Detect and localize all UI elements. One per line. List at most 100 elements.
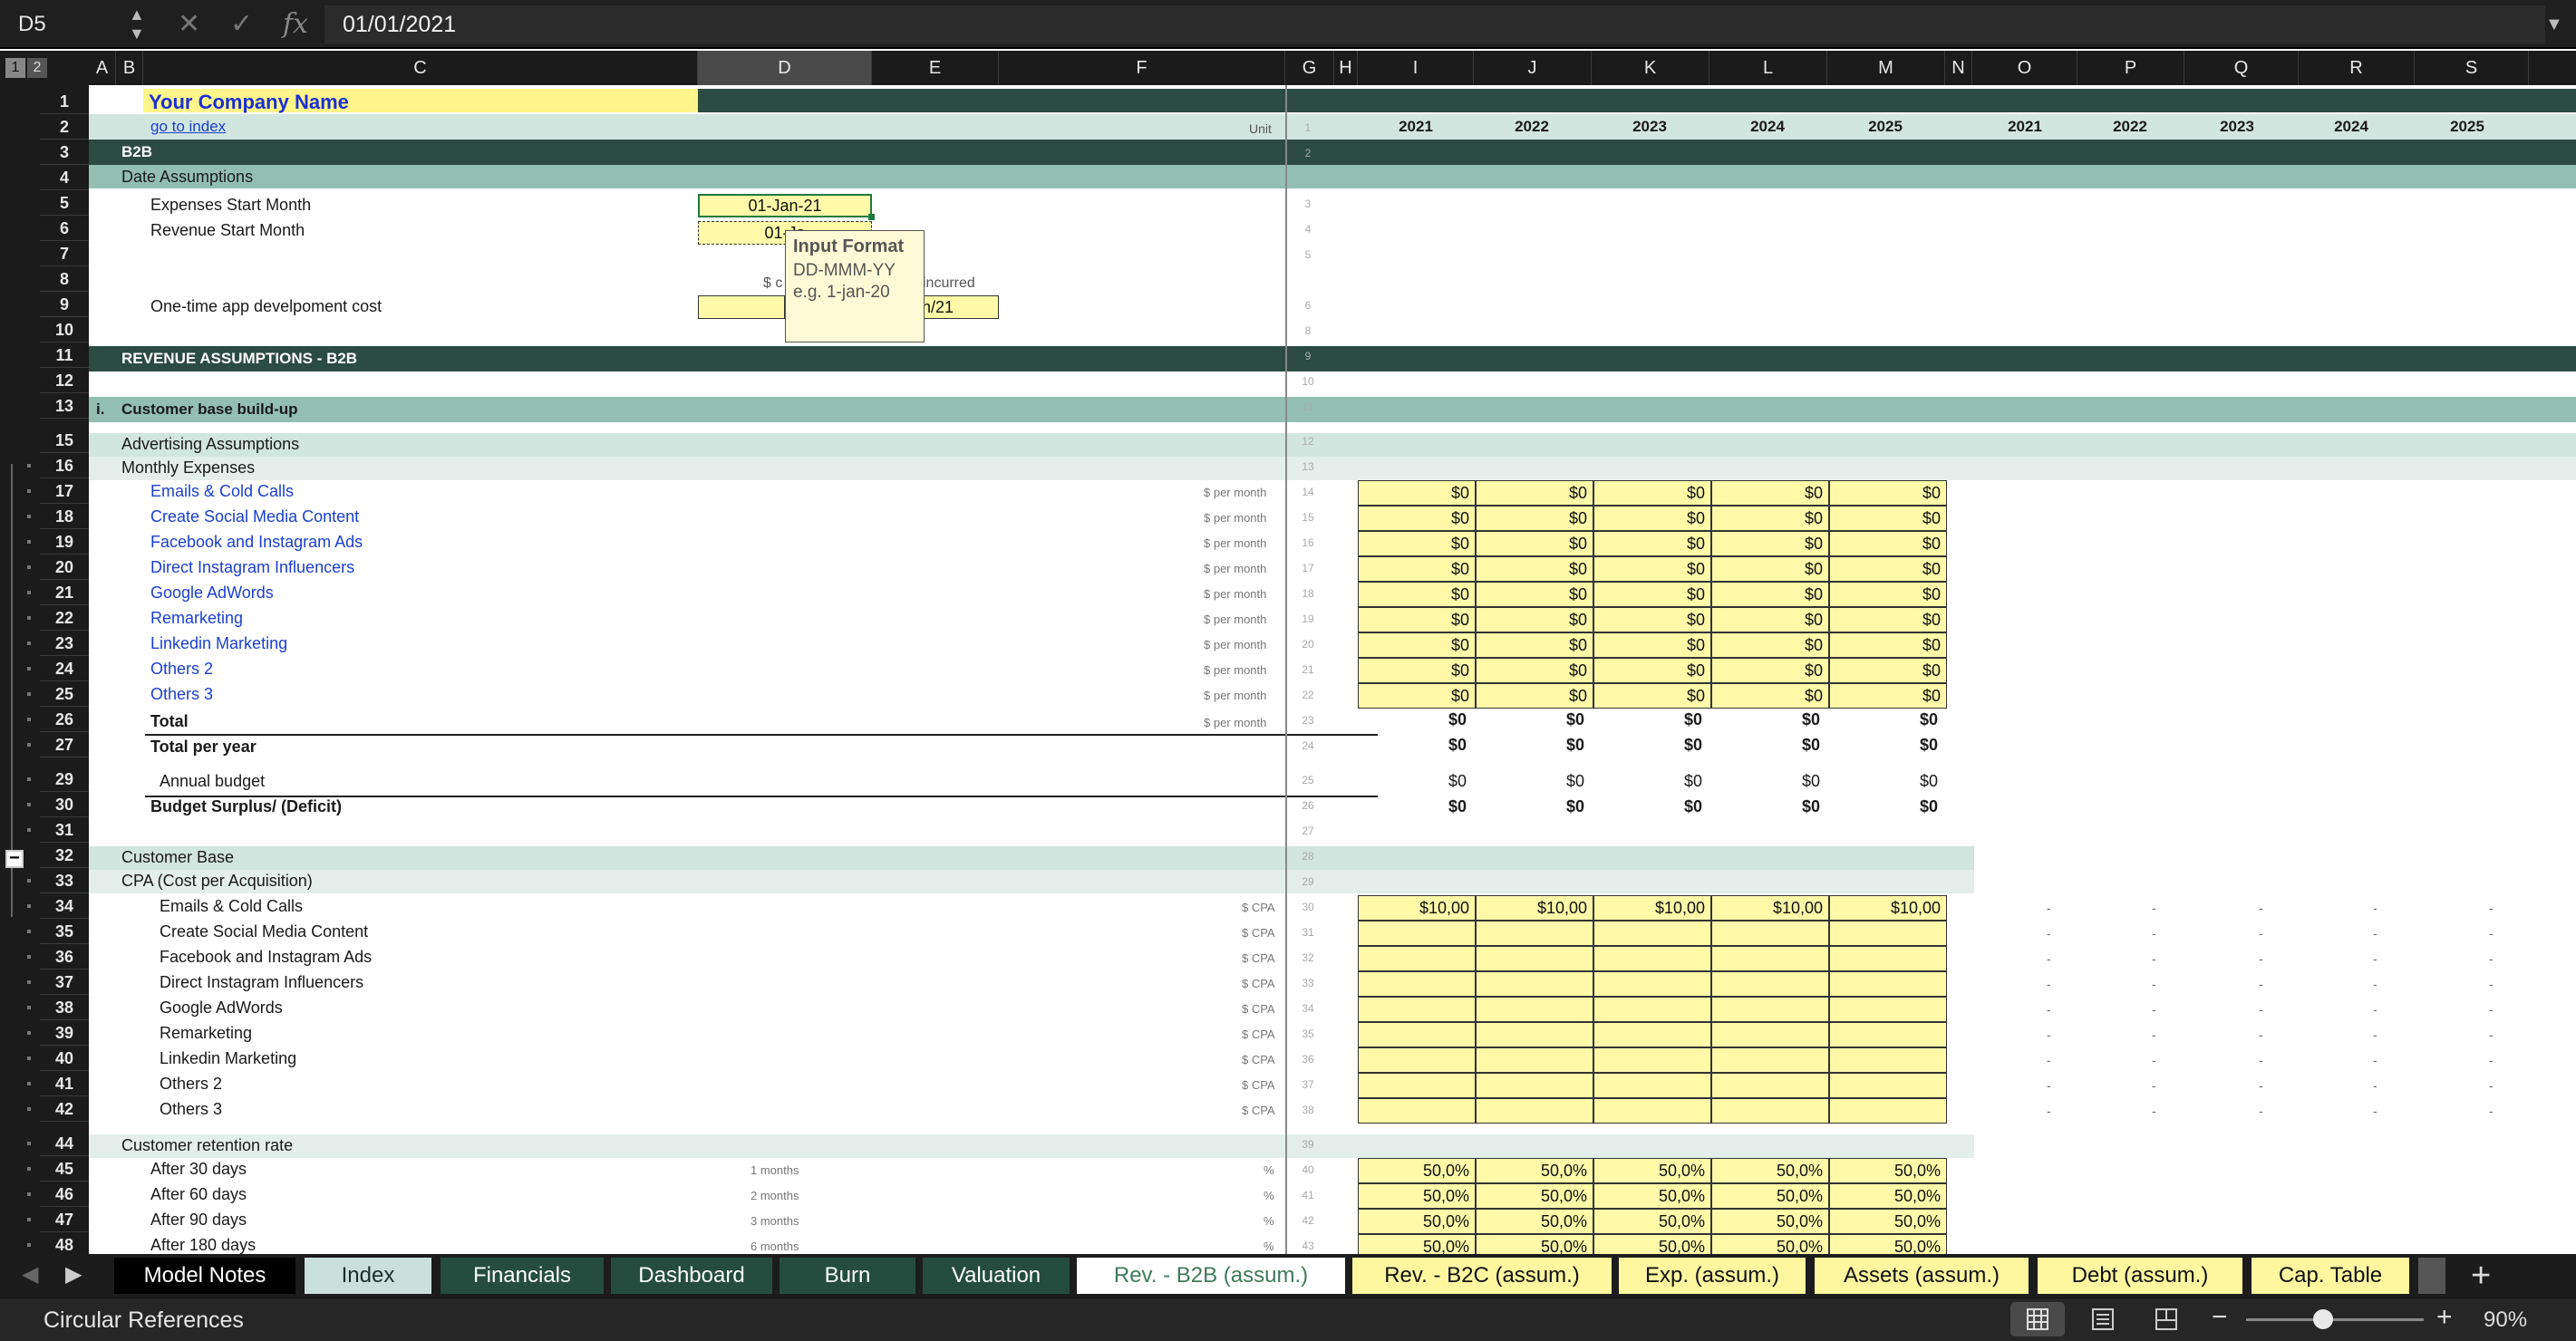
cpa-value-cell[interactable] [1829, 1047, 1947, 1073]
retention-value-cell[interactable]: 50,0% [1476, 1234, 1593, 1254]
cpa-value-cell[interactable] [1593, 971, 1711, 997]
row-header-24[interactable]: 24 [40, 656, 89, 681]
expense-value-cell[interactable]: $0 [1593, 683, 1711, 709]
row-header-41[interactable]: 41 [40, 1071, 89, 1096]
sheet-tab[interactable]: Index [305, 1258, 431, 1294]
cpa-value-cell[interactable] [1476, 997, 1593, 1022]
row-header-2[interactable]: 2 [40, 114, 89, 140]
row-header-6[interactable]: 6 [40, 216, 89, 241]
outline-level-1-button[interactable]: 1 [5, 58, 25, 78]
expense-value-cell[interactable]: $0 [1476, 632, 1593, 658]
expenses-start-input[interactable]: 01-Jan-21 [698, 194, 872, 217]
cpa-value-cell[interactable] [1593, 1022, 1711, 1047]
col-header-s[interactable]: S [2415, 51, 2529, 85]
row-header-18[interactable]: 18 [40, 504, 89, 529]
zoom-level[interactable]: 90% [2484, 1307, 2527, 1333]
col-header-d[interactable]: D [698, 51, 872, 85]
row-header-32[interactable]: 32 [40, 843, 89, 868]
cpa-value-cell[interactable] [1593, 1098, 1711, 1124]
row-header-31[interactable]: 31 [40, 817, 89, 843]
cpa-value-cell[interactable] [1476, 921, 1593, 946]
expense-value-cell[interactable]: $0 [1711, 556, 1829, 582]
zoom-out-button[interactable]: − [2212, 1302, 2228, 1333]
normal-view-button[interactable] [2010, 1302, 2065, 1336]
zoom-slider-track[interactable] [2246, 1318, 2424, 1321]
expense-value-cell[interactable]: $0 [1829, 531, 1947, 556]
zoom-in-button[interactable]: + [2436, 1302, 2453, 1333]
row-header-47[interactable]: 47 [40, 1207, 89, 1232]
retention-value-cell[interactable]: 50,0% [1593, 1209, 1711, 1234]
cpa-value-cell[interactable] [1358, 1047, 1476, 1073]
cpa-value-cell[interactable] [1829, 971, 1947, 997]
cpa-value-cell[interactable]: $10,00 [1711, 895, 1829, 921]
collapse-group-button[interactable]: − [5, 849, 24, 868]
cpa-value-cell[interactable]: $10,00 [1593, 895, 1711, 921]
cpa-value-cell[interactable] [1358, 1073, 1476, 1098]
row-header-39[interactable]: 39 [40, 1020, 89, 1046]
row-header-17[interactable]: 17 [40, 478, 89, 504]
col-header-b[interactable]: B [116, 51, 143, 85]
col-header-p[interactable]: P [2077, 51, 2184, 85]
cpa-value-cell[interactable] [1711, 997, 1829, 1022]
row-header-46[interactable]: 46 [40, 1182, 89, 1207]
cpa-value-cell[interactable] [1711, 971, 1829, 997]
retention-value-cell[interactable]: 50,0% [1829, 1209, 1947, 1234]
retention-value-cell[interactable]: 50,0% [1358, 1158, 1476, 1183]
expense-value-cell[interactable]: $0 [1829, 556, 1947, 582]
sheet-tab[interactable]: Dashboard [611, 1258, 772, 1294]
expense-value-cell[interactable]: $0 [1829, 632, 1947, 658]
row-header-11[interactable]: 11 [40, 342, 89, 368]
col-header-e[interactable]: E [872, 51, 999, 85]
page-layout-button[interactable] [2085, 1302, 2121, 1336]
retention-value-cell[interactable]: 50,0% [1476, 1183, 1593, 1209]
cpa-value-cell[interactable] [1593, 997, 1711, 1022]
col-header-g[interactable]: G [1285, 51, 1334, 85]
cpa-value-cell[interactable] [1829, 1098, 1947, 1124]
row-header-15[interactable]: 15 [40, 428, 89, 453]
col-header-n[interactable]: N [1945, 51, 1972, 85]
col-header-c[interactable]: C [143, 51, 698, 85]
retention-value-cell[interactable]: 50,0% [1476, 1209, 1593, 1234]
expense-value-cell[interactable]: $0 [1476, 556, 1593, 582]
fill-handle[interactable] [868, 214, 875, 220]
stepper-icon[interactable]: ▲ ▼ [129, 5, 145, 43]
retention-value-cell[interactable]: 50,0% [1476, 1158, 1593, 1183]
expense-value-cell[interactable]: $0 [1593, 582, 1711, 607]
retention-value-cell[interactable]: 50,0% [1711, 1209, 1829, 1234]
expense-value-cell[interactable]: $0 [1593, 506, 1711, 531]
cpa-value-cell[interactable] [1829, 1022, 1947, 1047]
cpa-value-cell[interactable] [1358, 997, 1476, 1022]
row-header-5[interactable]: 5 [40, 190, 89, 216]
row-header-10[interactable]: 10 [40, 317, 89, 342]
expense-value-cell[interactable]: $0 [1358, 683, 1476, 709]
row-header-19[interactable]: 19 [40, 529, 89, 555]
cpa-value-cell[interactable] [1711, 1073, 1829, 1098]
cpa-value-cell[interactable] [1829, 921, 1947, 946]
add-sheet-button[interactable]: + [2471, 1254, 2491, 1298]
freeze-pane-divider[interactable] [1285, 85, 1287, 1254]
row-header-9[interactable]: 9 [40, 292, 89, 317]
expense-value-cell[interactable]: $0 [1593, 632, 1711, 658]
app-cost-input[interactable] [698, 295, 785, 319]
expense-value-cell[interactable]: $0 [1711, 531, 1829, 556]
cpa-value-cell[interactable] [1711, 1098, 1829, 1124]
expense-value-cell[interactable]: $0 [1476, 531, 1593, 556]
cpa-value-cell[interactable] [1593, 1047, 1711, 1073]
sheet-tab[interactable]: Assets (assum.) [1815, 1258, 2029, 1294]
sheet-tab[interactable]: Cap. Table [2252, 1258, 2409, 1294]
expense-value-cell[interactable]: $0 [1358, 658, 1476, 683]
col-header-j[interactable]: J [1474, 51, 1592, 85]
col-header-q[interactable]: Q [2184, 51, 2299, 85]
expense-value-cell[interactable]: $0 [1829, 658, 1947, 683]
formula-input[interactable]: 01/01/2021 [324, 5, 2545, 43]
expense-value-cell[interactable]: $0 [1358, 480, 1476, 506]
cpa-value-cell[interactable] [1593, 946, 1711, 971]
expense-value-cell[interactable]: $0 [1711, 632, 1829, 658]
expense-value-cell[interactable]: $0 [1711, 683, 1829, 709]
retention-value-cell[interactable]: 50,0% [1593, 1234, 1711, 1254]
row-header-35[interactable]: 35 [40, 919, 89, 944]
expense-value-cell[interactable]: $0 [1829, 506, 1947, 531]
expense-value-cell[interactable]: $0 [1593, 607, 1711, 632]
expense-value-cell[interactable]: $0 [1476, 480, 1593, 506]
row-header-36[interactable]: 36 [40, 944, 89, 970]
